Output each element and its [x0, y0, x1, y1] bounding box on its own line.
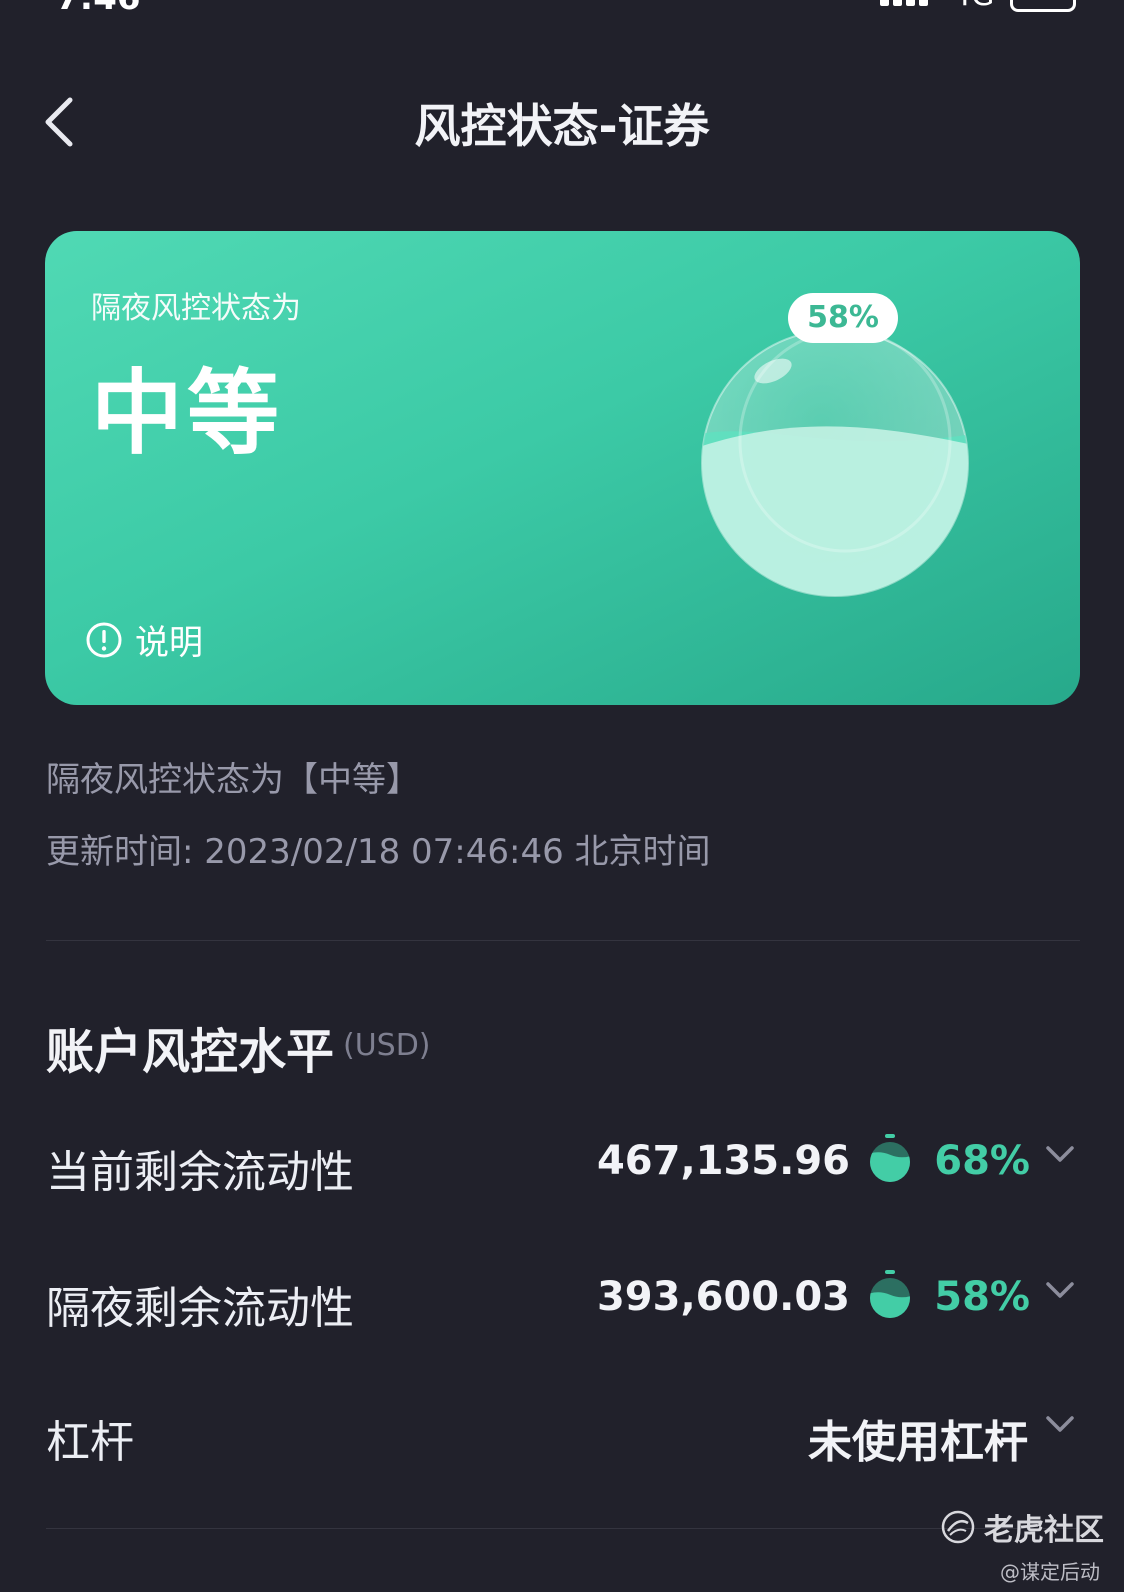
metric-percent: 68% [934, 1138, 1030, 1184]
status-bar: 7:46 4G [0, 0, 1124, 20]
chevron-down-icon [1046, 1282, 1074, 1298]
divider [46, 940, 1080, 941]
battery-icon [1010, 0, 1076, 12]
liquidity-drop-icon [870, 1134, 910, 1182]
watermark: 老虎社区 [940, 1505, 1104, 1549]
metric-percent: 58% [934, 1274, 1030, 1320]
update-time-text: 更新时间: 2023/02/18 07:46:46 北京时间 [46, 832, 711, 872]
metric-value: 467,135.96 [596, 1138, 850, 1184]
drop-fill [870, 1152, 910, 1182]
gauge-percent-badge: 58% [788, 293, 898, 343]
explain-label: 说明 [135, 623, 203, 663]
status-time: 7:46 [56, 0, 141, 18]
watermark-user: @谋定后动 [1000, 1560, 1100, 1584]
overnight-liquidity-row[interactable]: 隔夜剩余流动性 393,600.03 58% [46, 1260, 1080, 1340]
current-liquidity-row[interactable]: 当前剩余流动性 467,135.96 68% [46, 1124, 1080, 1204]
drop-cap [885, 1134, 895, 1138]
risk-card-subtitle: 隔夜风控状态为 [91, 291, 301, 326]
tiger-logo-icon [941, 1510, 975, 1544]
section-title: 账户风控水平 [46, 1024, 335, 1080]
explain-link[interactable]: 说明 [85, 615, 203, 664]
metric-label: 当前剩余流动性 [46, 1147, 354, 1198]
metric-label: 隔夜剩余流动性 [46, 1283, 354, 1334]
leverage-row[interactable]: 杠杆 未使用杠杆 [46, 1394, 1080, 1474]
risk-level: 中等 [91, 360, 284, 467]
info-icon [86, 622, 122, 657]
divider [46, 1528, 1080, 1529]
network-type: 4G [952, 0, 994, 13]
overnight-status-text: 隔夜风控状态为【中等】 [46, 760, 420, 800]
chevron-down-icon [1046, 1416, 1074, 1432]
leverage-label: 杠杆 [46, 1417, 134, 1468]
watermark-brand: 老虎社区 [984, 1513, 1104, 1548]
currency-unit: (USD) [343, 1028, 431, 1063]
signal-icon [880, 0, 928, 6]
drop-cap [885, 1270, 895, 1274]
risk-status-card: 隔夜风控状态为 中等 58% 说明 [45, 231, 1080, 705]
page-title: 风控状态-证券 [414, 99, 710, 153]
liquidity-drop-icon [870, 1270, 910, 1318]
metric-value: 393,600.03 [596, 1274, 850, 1320]
leverage-value: 未使用杠杆 [808, 1417, 1028, 1468]
chevron-down-icon [1046, 1146, 1074, 1162]
gauge-water-front [702, 426, 968, 596]
